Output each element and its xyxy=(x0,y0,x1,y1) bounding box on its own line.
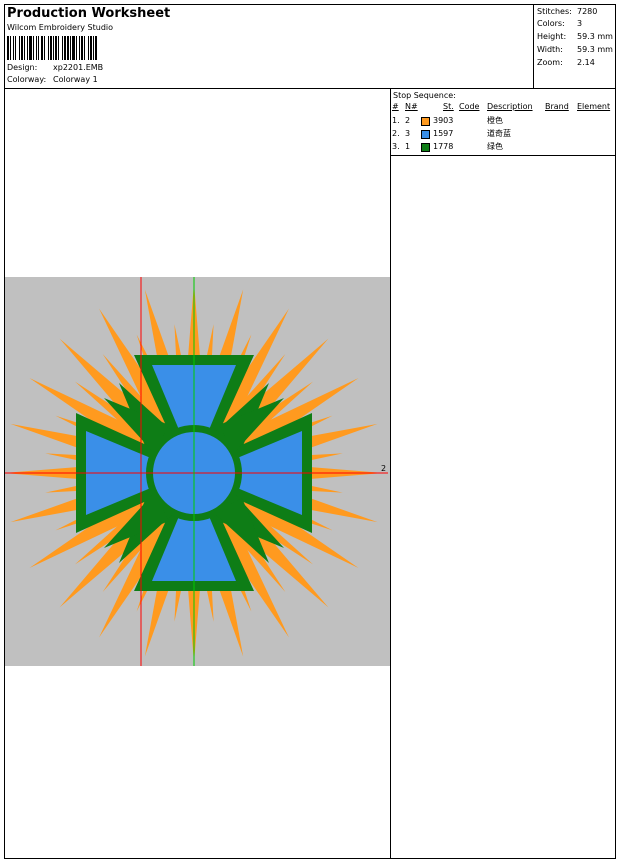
barcode-bar xyxy=(13,36,14,60)
col-element: Element xyxy=(577,102,611,111)
stop-sequence-title: Stop Sequence: xyxy=(393,91,456,100)
color-swatch xyxy=(421,117,430,126)
barcode-bar xyxy=(72,36,75,60)
col-code: Code xyxy=(459,102,480,111)
stat-label: Width: xyxy=(537,45,563,54)
stop-code: 3903 xyxy=(433,116,454,125)
stats-panel: Stitches: 7280 Colors: 3 Height: 59.3 mm Wi… xyxy=(533,5,616,88)
colorway-value: Colorway 1 xyxy=(53,75,98,84)
stop-code: 1597 xyxy=(433,129,454,138)
col-st: St. xyxy=(443,102,454,111)
barcode-bar xyxy=(67,36,69,60)
stat-height: Height: 59.3 mm xyxy=(537,32,613,42)
stop-row: 2. 3 1597 道奇蓝 xyxy=(391,129,615,141)
barcode-bar xyxy=(21,36,23,60)
colorway-label: Colorway: xyxy=(7,75,47,84)
header-left: Production Worksheet Wilcom Embroidery S… xyxy=(7,5,170,33)
stat-value: 7280 xyxy=(577,7,598,16)
barcode xyxy=(7,36,97,60)
page-title: Production Worksheet xyxy=(7,6,171,21)
stop-description: 绿色 xyxy=(487,142,503,151)
stop-code: 1778 xyxy=(433,142,454,151)
design-value: xp2201.EMB xyxy=(53,63,104,72)
stop-index: 1. xyxy=(392,116,400,125)
stat-label: Stitches: xyxy=(537,7,572,16)
stat-width: Width: 59.3 mm xyxy=(537,45,613,55)
stat-value: 59.3 mm xyxy=(577,32,613,41)
barcode-bar xyxy=(7,36,9,60)
stat-zoom: Zoom: 2.14 xyxy=(537,58,595,68)
stat-value: 3 xyxy=(577,19,583,28)
barcode-bar xyxy=(24,36,25,60)
stop-n: 2 xyxy=(405,116,411,125)
stop-sequence-panel: Stop Sequence: # N# St. Code Description… xyxy=(391,89,615,156)
barcode-bar xyxy=(93,36,94,60)
barcode-bar xyxy=(70,36,71,60)
barcode-bar xyxy=(29,36,32,60)
barcode-bar xyxy=(81,36,83,60)
barcode-bar xyxy=(88,36,89,60)
embroidery-design-preview: 2 xyxy=(5,277,390,666)
barcode-bar xyxy=(10,36,11,60)
barcode-bar xyxy=(79,36,80,60)
barcode-bar xyxy=(41,36,43,60)
stop-n: 1 xyxy=(405,142,411,151)
stat-value: 2.14 xyxy=(577,58,595,67)
stat-value: 59.3 mm xyxy=(577,45,613,54)
barcode-bar xyxy=(55,36,57,60)
stat-colors: Colors: 3 xyxy=(537,19,582,29)
barcode-bar xyxy=(53,36,54,60)
stop-row: 1. 2 3903 橙色 xyxy=(391,116,615,128)
axis-end-label: 2 xyxy=(381,464,386,473)
barcode-bar xyxy=(19,36,20,60)
barcode-bar xyxy=(62,36,63,60)
colorway-row: Colorway: Colorway 1 xyxy=(7,75,98,85)
color-swatch xyxy=(421,130,430,139)
barcode-bar xyxy=(64,36,66,60)
barcode-bar xyxy=(44,36,45,60)
barcode-bar xyxy=(95,36,97,60)
barcode-bar xyxy=(58,36,59,60)
stat-label: Height: xyxy=(537,32,567,41)
stop-sequence-header: # N# St. Code Description Brand Element xyxy=(391,102,615,114)
stop-description: 橙色 xyxy=(487,116,503,125)
col-index: # xyxy=(392,102,399,111)
barcode-bar xyxy=(50,36,52,60)
worksheet-frame: Production Worksheet Wilcom Embroidery S… xyxy=(4,4,616,859)
col-brand: Brand xyxy=(545,102,569,111)
barcode-bar xyxy=(27,36,28,60)
design-label: Design: xyxy=(7,63,38,72)
barcode-bar xyxy=(33,36,34,60)
barcode-bar xyxy=(38,36,39,60)
barcode-bar xyxy=(76,36,77,60)
color-swatch xyxy=(421,143,430,152)
stop-index: 2. xyxy=(392,129,400,138)
barcode-bar xyxy=(36,36,37,60)
stop-index: 3. xyxy=(392,142,400,151)
software-name: Wilcom Embroidery Studio xyxy=(7,23,114,32)
column-divider xyxy=(390,88,391,858)
stop-description: 道奇蓝 xyxy=(487,129,511,138)
barcode-bar xyxy=(90,36,92,60)
stat-label: Zoom: xyxy=(537,58,563,67)
stop-n: 3 xyxy=(405,129,411,138)
barcode-bar xyxy=(84,36,85,60)
stat-label: Colors: xyxy=(537,19,565,28)
barcode-bar xyxy=(48,36,49,60)
worksheet-header: Production Worksheet Wilcom Embroidery S… xyxy=(5,5,615,89)
stop-row: 3. 1 1778 绿色 xyxy=(391,142,615,154)
stat-stitches: Stitches: 7280 xyxy=(537,7,597,17)
design-row: Design: xp2201.EMB xyxy=(7,63,103,73)
col-description: Description xyxy=(487,102,533,111)
col-n: N# xyxy=(405,102,418,111)
barcode-bar xyxy=(15,36,16,60)
